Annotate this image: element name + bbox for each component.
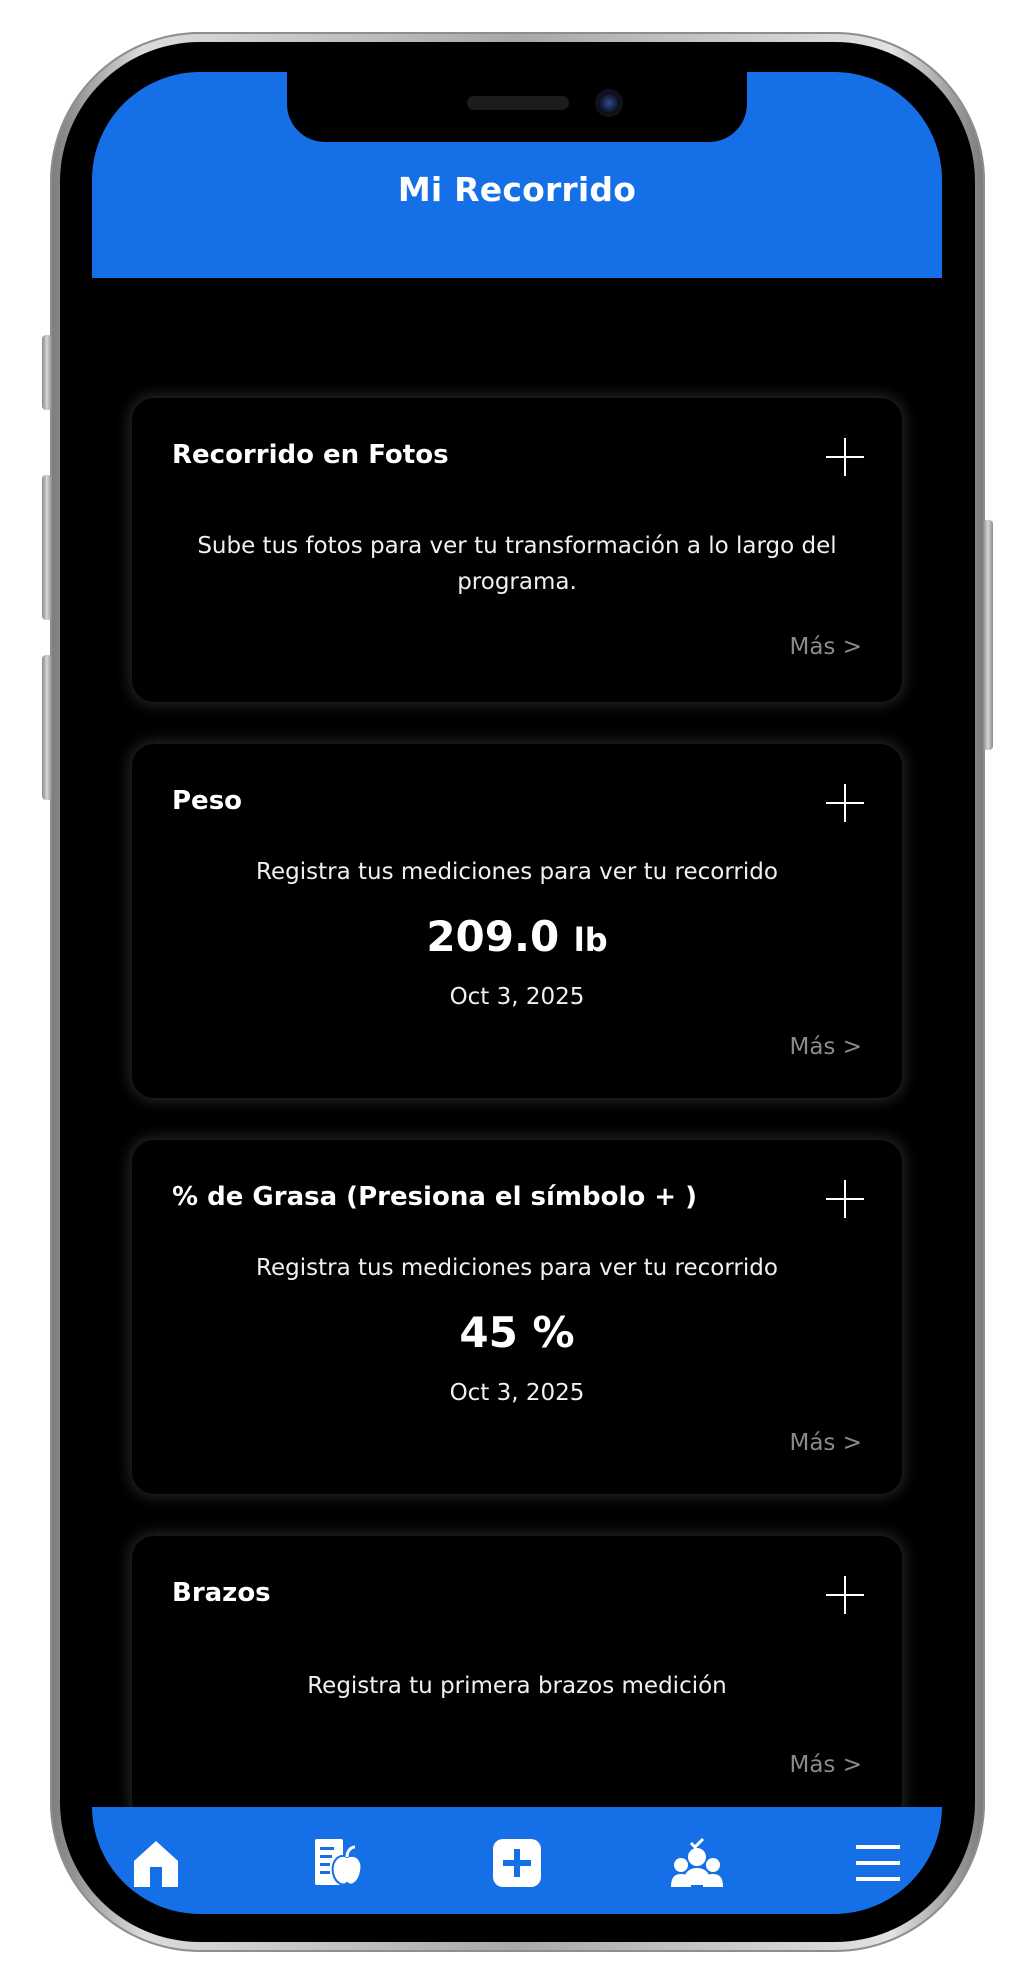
nav-menu[interactable] [838,1827,918,1907]
weight-card: Peso Registra tus mediciones para ver tu… [132,744,902,1098]
body-fat-card-title: % de Grasa (Presiona el símbolo + ) [172,1182,698,1212]
add-body-fat-plus-icon[interactable] [826,1180,864,1218]
bottom-navigation [92,1807,942,1914]
mute-switch [42,335,52,410]
body-fat-more-link[interactable]: Más > [789,1430,862,1456]
weight-unit: lb [573,921,608,959]
weight-date: Oct 3, 2025 [449,984,585,1010]
phone-notch [287,72,747,142]
journey-card-list[interactable]: Recorrido en Fotos Sube tus fotos para v… [92,278,942,1914]
weight-card-description: Registra tus mediciones para ver tu reco… [256,859,778,885]
photos-card-title: Recorrido en Fotos [172,440,449,470]
body-fat-card: % de Grasa (Presiona el símbolo + ) Regi… [132,1140,902,1494]
weight-value: 209.0 lb [132,912,902,961]
power-button [983,520,993,750]
photos-card-description: Sube tus fotos para ver tu transformació… [197,533,837,595]
weight-number: 209.0 [426,912,560,961]
menu-icon [856,1845,900,1881]
front-camera [595,89,623,117]
body-fat-date: Oct 3, 2025 [449,1380,585,1406]
coach-icon [671,1837,723,1887]
app-screen: Mi Recorrido Recorrido en Fotos Sube tus… [92,72,942,1914]
add-arms-plus-icon[interactable] [826,1576,864,1614]
body-fat-card-description: Registra tus mediciones para ver tu reco… [256,1255,778,1281]
arms-card-title: Brazos [172,1578,271,1608]
nav-nutrition-plan[interactable] [297,1827,377,1907]
volume-up-button [42,475,52,620]
add-weight-plus-icon[interactable] [826,784,864,822]
weight-card-title: Peso [172,786,243,816]
photos-more-link[interactable]: Más > [789,634,862,660]
body-fat-value: 45 % [459,1308,575,1357]
add-photo-plus-icon[interactable] [826,438,864,476]
add-icon [493,1839,541,1887]
home-icon [134,1841,178,1887]
page-title: Mi Recorrido [397,170,637,209]
nutrition-plan-icon [315,1839,363,1886]
nav-add[interactable] [477,1827,557,1907]
nav-coach[interactable] [657,1827,737,1907]
arms-card-description: Registra tu primera brazos medición [307,1673,727,1699]
volume-down-button [42,655,52,800]
photos-card: Recorrido en Fotos Sube tus fotos para v… [132,398,902,702]
earpiece-speaker [467,96,569,110]
arms-more-link[interactable]: Más > [789,1752,862,1778]
nav-home[interactable] [116,1827,196,1907]
weight-more-link[interactable]: Más > [789,1034,862,1060]
arms-card: Brazos Registra tu primera brazos medici… [132,1536,902,1822]
